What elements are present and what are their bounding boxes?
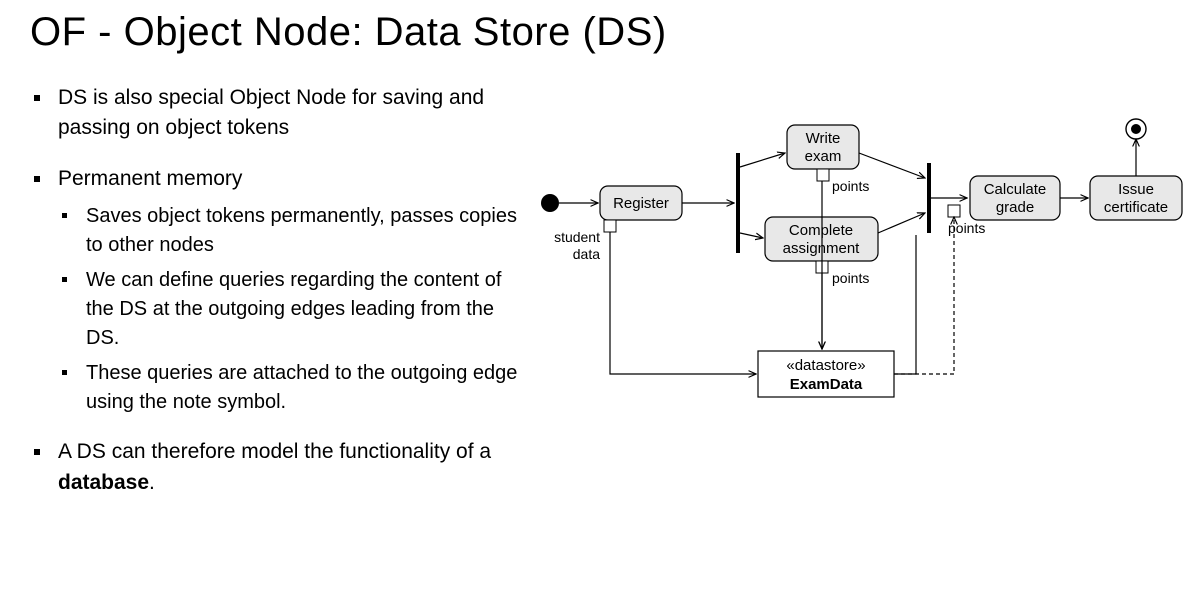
flow-register-to-ds <box>610 232 756 374</box>
final-node-inner <box>1131 124 1141 134</box>
complete-pin-label: points <box>832 270 869 286</box>
issue-l2: certificate <box>1104 199 1168 216</box>
bullet-2-text: Permanent memory <box>58 167 242 190</box>
register-label: Register <box>613 195 669 212</box>
flow-complete-to-ds <box>894 351 916 374</box>
complete-l1: Complete <box>789 222 853 239</box>
bullet-2-3: These queries are attached to the outgoi… <box>58 359 530 417</box>
bullet-3-b: database <box>58 471 149 494</box>
initial-node-icon <box>541 194 559 212</box>
flow-ds-to-calc <box>894 217 954 374</box>
register-pin <box>604 220 616 232</box>
bullet-1: DS is also special Object Node for savin… <box>30 83 530 144</box>
bullet-list: DS is also special Object Node for savin… <box>30 83 530 518</box>
write-exam-pin-label: points <box>832 178 869 194</box>
register-pin-label-1: student <box>554 229 600 245</box>
bullet-2-1: Saves object tokens permanently, passes … <box>58 202 530 260</box>
bullet-3-c: . <box>149 471 155 494</box>
bullet-2: Permanent memory Saves object tokens per… <box>30 164 530 417</box>
issue-l1: Issue <box>1118 181 1154 198</box>
bullet-3: A DS can therefore model the functionali… <box>30 437 530 498</box>
datastore-name: ExamData <box>790 376 863 393</box>
calc-l2: grade <box>996 199 1034 216</box>
calc-pin <box>948 205 960 217</box>
calc-l1: Calculate <box>984 181 1047 198</box>
write-exam-l1: Write <box>806 130 841 147</box>
register-pin-label-2: data <box>573 246 600 262</box>
activity-diagram: Register student data Write exam points <box>530 83 1170 518</box>
page-title: OF - Object Node: Data Store (DS) <box>30 10 1170 55</box>
bullet-2-2: We can define queries regarding the cont… <box>58 266 530 353</box>
write-exam-pin <box>817 169 829 181</box>
bullet-3-a: A DS can therefore model the functionali… <box>58 440 491 463</box>
write-exam-l2: exam <box>805 148 842 165</box>
datastore-stereotype: «datastore» <box>786 357 865 374</box>
